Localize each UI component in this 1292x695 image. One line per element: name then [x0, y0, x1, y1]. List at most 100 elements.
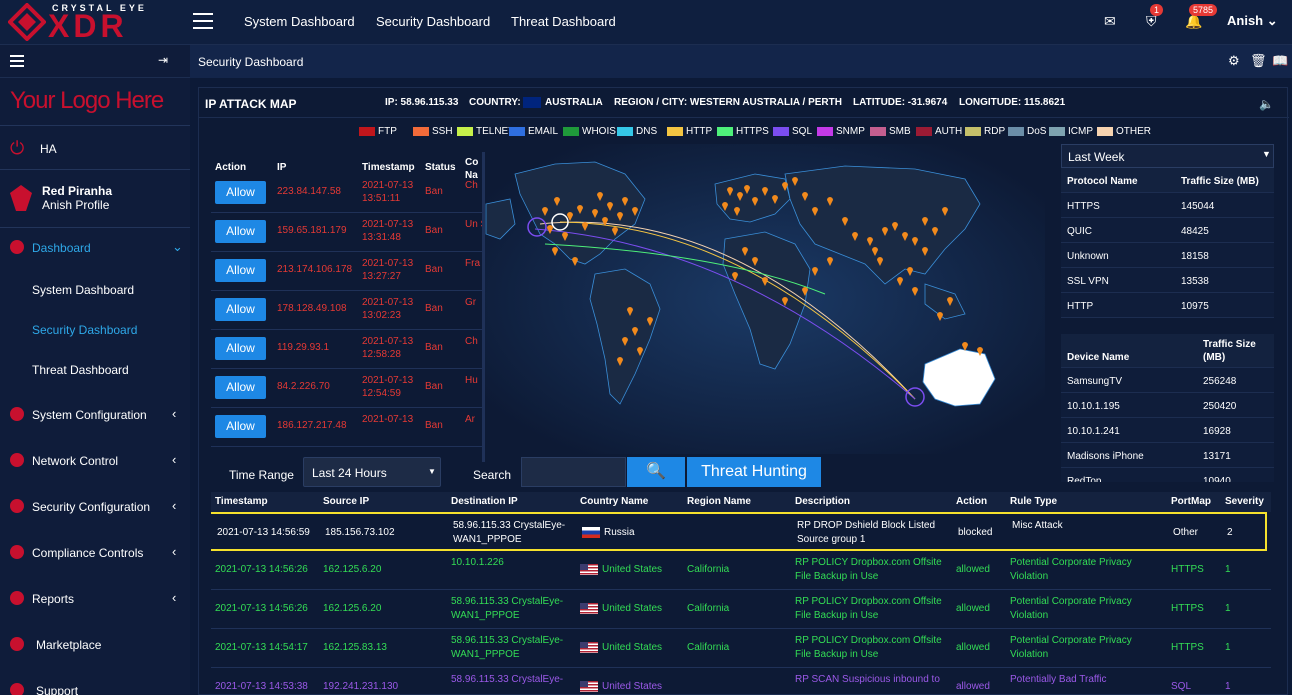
usa-flag-icon [580, 680, 598, 692]
banned-ip-row: Allow 84.2.226.70 2021-07-13 12:54:59 Ban Hu [211, 369, 483, 408]
filter-controls: Time Range Last 24 Hours ▼ Search 🔍 Thre… [199, 454, 1289, 494]
usa-flag-icon [580, 563, 598, 575]
sidebar-item-support[interactable]: Support [0, 681, 190, 695]
device-row: SamsungTV 256248 [1061, 368, 1274, 393]
event-timestamp: 2021-07-13 14:56:59 [217, 527, 310, 538]
profile-sub: Anish Profile [42, 198, 110, 212]
legend-label: RDP [984, 126, 1006, 137]
sidebar-item-reports[interactable]: Reports ‹ [0, 589, 190, 611]
support-icon [10, 683, 24, 695]
sidebar-item-label: HA [40, 142, 57, 156]
mail-icon[interactable]: ✉ [1104, 13, 1116, 30]
logo-diamond-icon [8, 3, 46, 41]
event-row[interactable]: 2021-07-13 14:54:17 162.125.83.13 58.96.11… [211, 629, 1271, 668]
legend-swatch [1008, 126, 1024, 136]
user-menu[interactable]: Anish ⌄ [1227, 13, 1278, 29]
th-description: Description [795, 496, 851, 507]
sidebar-sub-threat-dashboard[interactable]: Threat Dashboard [32, 363, 129, 377]
event-portmap: HTTPS [1171, 642, 1204, 653]
event-row[interactable]: 2021-07-13 14:53:38 192.241.231.130 58.96.… [211, 668, 1271, 695]
th-source-ip: Source IP [323, 496, 370, 507]
event-rule-type: Potential Corporate Privacy Violation [1010, 595, 1132, 623]
allow-button[interactable]: Allow [215, 415, 266, 438]
allow-button[interactable]: Allow [215, 181, 266, 204]
legend-item-ftp: FTP [359, 126, 397, 138]
bell-badge: 5785 [1189, 4, 1218, 16]
crystal-eye-logo[interactable]: CRYSTAL EYE XDR [0, 0, 190, 45]
event-description: RP POLICY Dropbox.com Offsite File Backup… [795, 595, 942, 623]
ban-country: Un St [465, 219, 483, 230]
allow-button[interactable]: Allow [215, 337, 266, 360]
ban-status: Ban [425, 225, 443, 236]
allow-button[interactable]: Allow [215, 220, 266, 243]
legend-swatch [916, 126, 932, 136]
allow-button[interactable]: Allow [215, 259, 266, 282]
protocol-row: Unknown 18158 [1061, 243, 1274, 268]
event-row[interactable]: 2021-07-13 14:56:26 162.125.6.20 10.10.1.2… [211, 551, 1271, 590]
event-source-ip: 162.125.6.20 [323, 603, 382, 614]
sidebar-item-marketplace[interactable]: Marketplace [0, 635, 190, 657]
chevron-left-icon: ‹ [172, 544, 177, 559]
chevron-left-icon: ‹ [172, 498, 177, 513]
search-input[interactable] [521, 457, 626, 487]
ban-date: 2021-07-13 [362, 219, 414, 230]
sidebar-sub-system-dashboard[interactable]: System Dashboard [32, 283, 134, 297]
sidebar-item-security-configuration[interactable]: Security Configuration ‹ [0, 497, 190, 519]
time-range-select[interactable]: Last 24 Hours ▼ [303, 457, 441, 487]
allow-button[interactable]: Allow [215, 298, 266, 321]
legend-label: OTHER [1116, 126, 1151, 137]
event-destination-ip: 58.96.115.33 CrystalEye- [451, 673, 563, 687]
chevron-left-icon: ‹ [172, 406, 177, 421]
event-description: RP DROP Dshield Block Listed Source group… [797, 519, 935, 547]
gear-icon[interactable]: ⚙ [1228, 53, 1240, 69]
threat-hunting-button[interactable]: Threat Hunting [687, 457, 821, 487]
page-header: Security Dashboard ⚙ 🗑 📖 [190, 45, 1292, 78]
profile-block[interactable]: Red Piranha Anish Profile [0, 179, 190, 219]
ban-status: Ban [425, 303, 443, 314]
legend-item-ssh: SSH [413, 126, 453, 138]
sidebar-item-compliance-controls[interactable]: Compliance Controls ‹ [0, 543, 190, 565]
divider [0, 227, 190, 228]
sidebar-toolbar: ⇥ [0, 45, 190, 78]
desc-line-1: RP SCAN Suspicious inbound to [795, 674, 940, 685]
period-select[interactable]: Last Week ▼ [1061, 144, 1274, 168]
rule-line-1: Potential Corporate Privacy [1010, 596, 1132, 607]
event-rule-type: Misc Attack [1012, 519, 1063, 533]
search-button[interactable]: 🔍 [627, 457, 685, 487]
chevron-left-icon: ‹ [172, 452, 177, 467]
protocol-traffic: 10975 [1181, 301, 1209, 312]
sidebar-item-ha[interactable]: ⏻ HA [0, 138, 190, 162]
event-region: California [687, 642, 730, 653]
ban-timestamp: 2021-07-13 13:51:11 [362, 179, 413, 205]
event-action: allowed [956, 564, 990, 575]
protocol-name: QUIC [1067, 226, 1092, 237]
nav-threat-dashboard[interactable]: Threat Dashboard [511, 14, 616, 29]
event-row[interactable]: 2021-07-13 14:56:59 185.156.73.102 58.96.1… [211, 512, 1267, 551]
nav-security-dashboard[interactable]: Security Dashboard [376, 14, 490, 29]
ban-country: Ch [465, 180, 478, 191]
banned-ip-row: Allow 178.128.49.108 2021-07-13 13:02:23 Ban… [211, 291, 483, 330]
event-row[interactable]: 2021-07-13 14:56:26 162.125.6.20 58.96.115… [211, 590, 1271, 629]
desc-line-1: RP POLICY Dropbox.com Offsite [795, 635, 942, 646]
book-icon[interactable]: 📖 [1272, 53, 1288, 69]
sidebar-menu-icon[interactable] [10, 55, 24, 67]
legend-swatch [563, 126, 579, 136]
event-source-ip: 185.156.73.102 [325, 527, 395, 538]
device-row: 10.10.1.195 250420 [1061, 393, 1274, 418]
sidebar-item-dashboard[interactable]: Dashboard ⌄ [0, 238, 190, 260]
legend-swatch [1049, 126, 1065, 136]
nav-system-dashboard[interactable]: System Dashboard [244, 14, 355, 29]
sidebar-item-network-control[interactable]: Network Control ‹ [0, 451, 190, 473]
th-action: Action [956, 496, 988, 507]
legend-label: DNS [636, 126, 658, 137]
allow-button[interactable]: Allow [215, 376, 266, 399]
trash-icon[interactable]: 🗑 [1250, 53, 1267, 69]
sidebar-item-label: Dashboard [32, 241, 91, 255]
hamburger-menu-icon[interactable] [193, 13, 213, 31]
speaker-icon[interactable]: 🔈 [1259, 97, 1274, 111]
protocol-traffic: 48425 [1181, 226, 1209, 237]
logout-icon[interactable]: ⇥ [158, 53, 168, 67]
sidebar-item-system-configuration[interactable]: System Configuration ‹ [0, 405, 190, 427]
sidebar-sub-security-dashboard[interactable]: Security Dashboard [32, 323, 137, 337]
world-attack-map[interactable] [485, 144, 1045, 454]
